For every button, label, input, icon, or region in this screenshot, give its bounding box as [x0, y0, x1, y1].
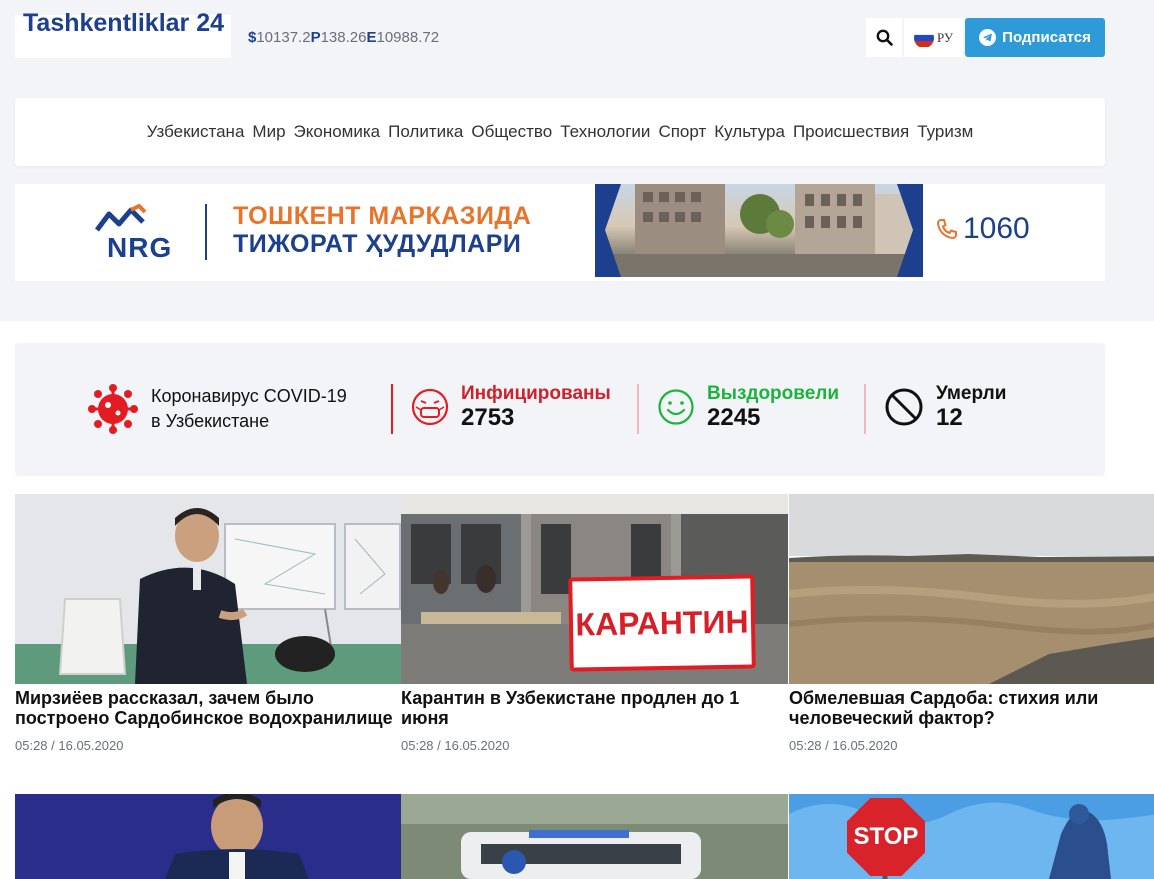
nav-item-economy[interactable]: Экономика — [294, 122, 381, 142]
covid-title-line2: в Узбекистане — [151, 411, 270, 431]
nav-item-politics[interactable]: Политика — [388, 122, 463, 142]
banner-headline-2: ТИЖОРАТ ҲУДУДЛАРИ — [233, 230, 522, 258]
banner-headline-1: ТОШКЕНТ МАРКАЗИДА — [233, 202, 532, 230]
quarantine-sign: КАРАНТИН — [568, 574, 756, 672]
nrg-logo-icon — [95, 204, 147, 232]
article-date: 05:28 / 16.05.2020 — [15, 738, 124, 753]
search-button[interactable] — [866, 18, 902, 57]
main-navigation: Узбекистана Мир Экономика Политика Общес… — [15, 98, 1105, 166]
covid-divider — [391, 384, 393, 434]
virus-icon — [88, 384, 138, 434]
smile-face-icon — [658, 389, 694, 425]
article-title[interactable]: Обмелевшая Сардоба: стихия или человечес… — [789, 688, 1154, 728]
recovered-count: 2245 — [707, 404, 761, 431]
eur-symbol: E — [366, 29, 377, 46]
stop-sign-icon: STOP — [847, 798, 925, 876]
article-image[interactable] — [15, 794, 402, 879]
article-card[interactable]: КАРАНТИН Карантин в Узбекистане продлен … — [401, 494, 788, 753]
nav-item-sport[interactable]: Спорт — [658, 122, 706, 142]
subscribe-button[interactable]: Подписатся — [965, 18, 1105, 57]
telegram-icon — [979, 29, 997, 46]
currency-rates: $10137.2P138.26E10988.72 — [248, 29, 439, 46]
nav-item-uzbekistan[interactable]: Узбекистана — [147, 122, 245, 142]
article-card[interactable] — [401, 794, 788, 879]
nav-item-incidents[interactable]: Происшествия — [793, 122, 909, 142]
sick-face-icon — [411, 388, 449, 426]
article-card[interactable]: Мирзиёев рассказал, зачем было построено… — [15, 494, 402, 753]
nav-item-culture[interactable]: Культура — [714, 122, 785, 142]
covid-divider — [864, 384, 866, 434]
recovered-label: Выздоровели — [707, 383, 840, 404]
banner-phone-number: 1060 — [963, 212, 1030, 245]
covid-title-line1: Коронавирус COVID-19 — [151, 386, 347, 406]
nav-item-world[interactable]: Мир — [252, 122, 285, 142]
rub-symbol: P — [310, 29, 321, 46]
russian-flag-icon — [913, 27, 934, 48]
covid-title-block: Коронавирус COVID-19 в Узбекистане — [87, 383, 347, 435]
banner-divider — [205, 204, 207, 260]
covid-divider — [637, 384, 639, 434]
infected-count: 2753 — [461, 404, 515, 431]
article-date: 05:28 / 16.05.2020 — [789, 738, 898, 753]
article-date: 05:28 / 16.05.2020 — [401, 738, 510, 753]
article-image[interactable] — [15, 494, 402, 684]
covid-infected-block: Инфицированы 2753 — [411, 383, 611, 431]
died-count: 12 — [936, 404, 963, 431]
search-icon — [876, 29, 893, 46]
article-image[interactable] — [401, 794, 788, 879]
language-label: РУ — [936, 29, 954, 45]
article-image[interactable]: STOP — [789, 794, 1154, 879]
nav-item-technology[interactable]: Технологии — [560, 122, 650, 142]
article-image[interactable]: КАРАНТИН — [401, 494, 788, 684]
infected-label: Инфицированы — [461, 383, 611, 404]
prohibited-icon — [885, 388, 923, 426]
eur-rate: 10988.72 — [376, 29, 440, 46]
article-card[interactable]: STOP — [789, 794, 1154, 879]
site-logo-text: Tashkentliklar 24 — [23, 9, 225, 37]
article-image[interactable] — [789, 494, 1154, 684]
nav-item-society[interactable]: Общество — [471, 122, 552, 142]
covid-stats-panel: Коронавирус COVID-19 в Узбекистане Инфиц… — [15, 343, 1105, 476]
nav-item-tourism[interactable]: Туризм — [917, 122, 973, 142]
language-selector[interactable]: РУ — [904, 18, 963, 57]
covid-recovered-block: Выздоровели 2245 — [657, 383, 839, 431]
ad-banner[interactable]: NRG ТОШКЕНТ МАРКАЗИДА ТИЖОРАТ ҲУДУДЛАРИ … — [15, 184, 1105, 281]
covid-died-block: Умерли 12 — [884, 383, 1006, 431]
banner-photo — [595, 184, 923, 277]
banner-brand: NRG — [107, 232, 173, 263]
article-title[interactable]: Карантин в Узбекистане продлен до 1 июня — [401, 688, 788, 728]
article-card[interactable]: Обмелевшая Сардоба: стихия или человечес… — [789, 494, 1154, 753]
article-card[interactable] — [15, 794, 402, 879]
died-label: Умерли — [936, 383, 1007, 404]
usd-rate: 10137.2 — [256, 29, 311, 46]
banner-phone[interactable]: 1060 — [935, 212, 1030, 246]
rub-rate: 138.26 — [320, 29, 367, 46]
article-title[interactable]: Мирзиёев рассказал, зачем было построено… — [15, 688, 402, 728]
subscribe-label: Подписатся — [1002, 29, 1091, 46]
phone-icon — [936, 219, 957, 240]
site-logo[interactable]: Tashkentliklar 24 — [15, 9, 231, 58]
